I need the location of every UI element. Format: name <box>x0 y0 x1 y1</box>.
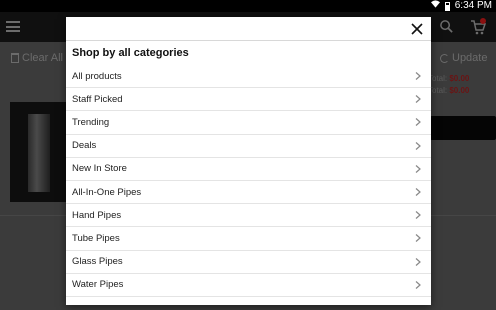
category-list: All products Staff Picked Trending Deals… <box>66 65 431 297</box>
category-label: Hand Pipes <box>72 209 122 221</box>
total-value: $0.00 <box>449 74 470 83</box>
clear-all-label: Clear All <box>22 52 63 64</box>
chevron-right-icon <box>415 234 421 243</box>
chevron-right-icon <box>415 72 421 81</box>
chevron-right-icon <box>415 211 421 220</box>
chevron-right-icon <box>415 257 421 266</box>
status-time: 6:34 PM <box>454 0 492 11</box>
dialog-header <box>66 17 431 41</box>
refresh-icon <box>440 53 449 63</box>
dialog-title: Shop by all categories <box>72 47 189 59</box>
total-line: Total: $0.00 <box>428 86 470 95</box>
category-item-all-in-one-pipes[interactable]: All-In-One Pipes <box>66 181 431 205</box>
category-item-new-in-store[interactable]: New In Store <box>66 158 431 181</box>
category-label: All products <box>72 70 122 82</box>
update-label: Update <box>452 52 488 64</box>
total-line: Total: $0.00 <box>428 74 470 83</box>
category-item-water-pipes[interactable]: Water Pipes <box>66 274 431 297</box>
hamburger-icon[interactable] <box>6 21 20 32</box>
chevron-right-icon <box>415 188 421 196</box>
chevron-right-icon <box>415 141 421 150</box>
category-item-tube-pipes[interactable]: Tube Pipes <box>66 227 431 251</box>
category-label: New In Store <box>72 163 127 175</box>
trash-icon <box>11 53 19 63</box>
category-item-hand-pipes[interactable]: Hand Pipes <box>66 204 431 228</box>
category-label: Water Pipes <box>72 279 124 291</box>
checkout-button[interactable] <box>430 116 496 140</box>
status-bar: 6:34 PM <box>0 0 496 12</box>
category-label: All-In-One Pipes <box>72 186 142 198</box>
category-label: Deals <box>72 140 97 152</box>
category-item-staff-picked[interactable]: Staff Picked <box>66 88 431 112</box>
divider <box>0 215 66 216</box>
cart-badge <box>480 18 486 24</box>
chevron-right-icon <box>415 280 421 289</box>
category-item-deals[interactable]: Deals <box>66 135 431 158</box>
chevron-right-icon <box>415 95 421 104</box>
wifi-icon <box>430 0 440 12</box>
chevron-right-icon <box>415 118 421 127</box>
category-label: Tube Pipes <box>72 232 120 244</box>
product-glass <box>28 114 50 192</box>
chevron-right-icon <box>415 164 421 173</box>
clear-all-button[interactable]: Clear All <box>11 52 63 64</box>
status-icons: 6:34 PM <box>430 0 492 12</box>
category-label: Trending <box>72 116 110 128</box>
category-label: Staff Picked <box>72 93 123 105</box>
category-item-all-products[interactable]: All products <box>66 65 431 89</box>
category-item-glass-pipes[interactable]: Glass Pipes <box>66 251 431 274</box>
total-value: $0.00 <box>449 86 470 95</box>
category-label: Glass Pipes <box>72 256 123 268</box>
update-button[interactable]: Update <box>440 52 487 64</box>
search-icon[interactable] <box>439 19 454 34</box>
close-icon[interactable] <box>409 21 425 37</box>
categories-dialog: Shop by all categories All products Staf… <box>66 17 431 305</box>
category-item-trending[interactable]: Trending <box>66 111 431 135</box>
battery-icon <box>444 1 450 11</box>
divider <box>430 215 496 216</box>
